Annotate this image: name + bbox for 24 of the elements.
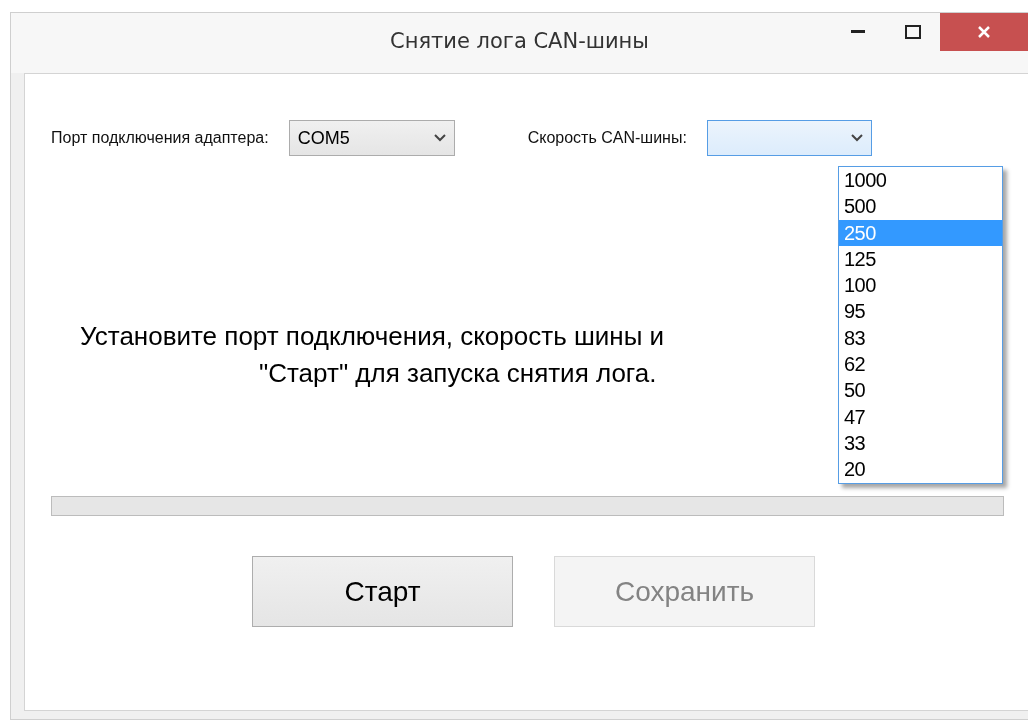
- speed-option[interactable]: 500: [839, 193, 1002, 220]
- speed-option[interactable]: 100: [839, 272, 1002, 299]
- speed-option[interactable]: 20: [839, 456, 1002, 483]
- speed-option[interactable]: 125: [839, 245, 1002, 273]
- maximize-icon: [904, 25, 921, 39]
- speed-option[interactable]: 83: [839, 324, 1002, 352]
- chevron-icon: [433, 134, 446, 142]
- speed-option[interactable]: 1000: [839, 167, 1002, 194]
- speed-label: Скорость CAN-шины:: [527, 129, 687, 147]
- speed-option[interactable]: 33: [839, 429, 1002, 457]
- window-title: Снятие лога CAN-шины: [390, 29, 649, 53]
- chevron-icon: [850, 134, 863, 142]
- dialog-button[interactable]: Старт: [252, 556, 513, 627]
- speed-option[interactable]: 47: [839, 403, 1002, 430]
- instruction-text: "Старт" для запуска снятия лога.: [259, 358, 657, 389]
- speed-option[interactable]: 50: [839, 377, 1002, 404]
- minimize-icon: [850, 30, 865, 34]
- port-dropdown[interactable]: COM5: [288, 120, 455, 156]
- close-icon: [977, 25, 991, 39]
- port-label: Порт подключения адаптера:: [51, 129, 269, 147]
- instruction-text: Установите порт подключения, скорость шины и: [80, 321, 665, 352]
- speed-dropdown[interactable]: [706, 120, 872, 156]
- speed-option[interactable]: 62: [839, 351, 1002, 378]
- speed-option[interactable]: 95: [839, 298, 1002, 325]
